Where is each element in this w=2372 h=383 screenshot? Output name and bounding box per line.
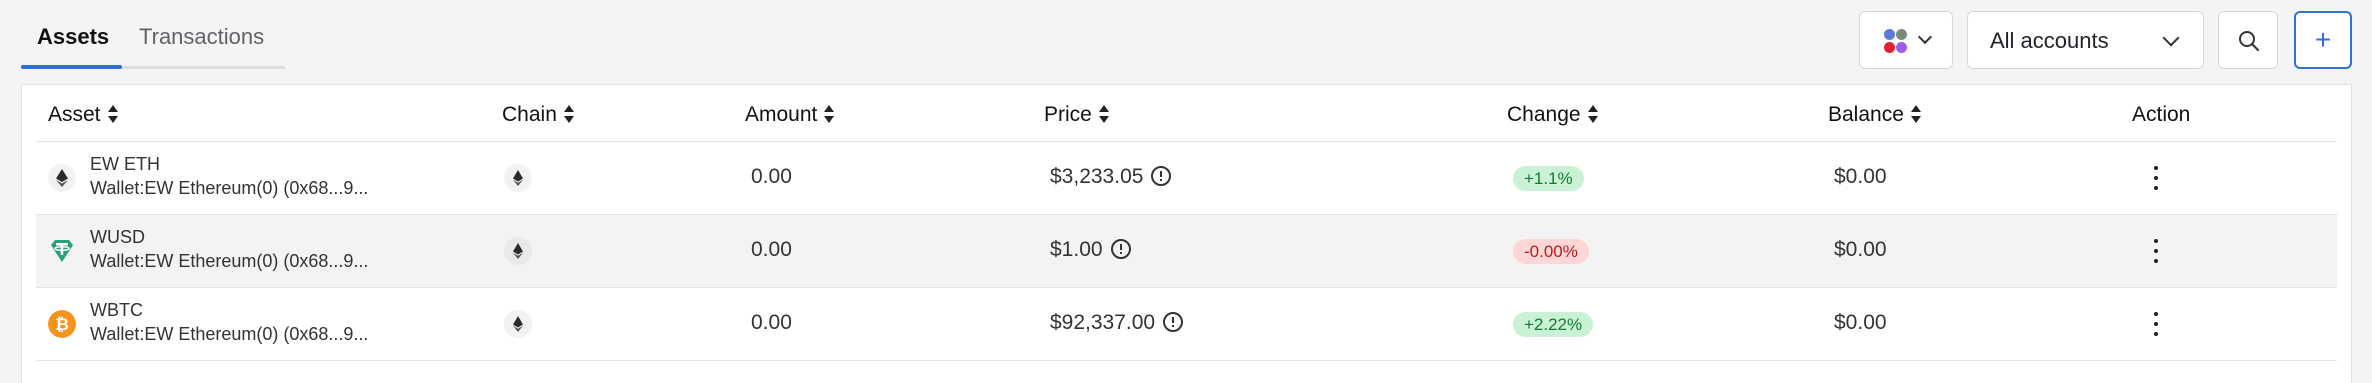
column-header-label: Chain — [502, 103, 557, 126]
search-button[interactable] — [2218, 11, 2278, 69]
tether-icon — [51, 240, 73, 262]
column-header-action: Action — [2132, 103, 2191, 126]
sort-icon — [1910, 105, 1922, 123]
change-badge: +1.1% — [1513, 166, 1584, 191]
price-value: $92,337.00 — [1050, 311, 1156, 334]
sort-icon — [1098, 105, 1110, 123]
search-icon — [2239, 31, 2259, 51]
row-actions-menu-icon[interactable] — [2144, 306, 2168, 342]
row-actions-menu-icon[interactable] — [2144, 160, 2168, 196]
column-header-price[interactable]: Price — [1044, 103, 1110, 127]
asset-amount: 0.00 — [751, 238, 792, 261]
asset-amount: 0.00 — [751, 311, 792, 334]
purple-network-icon — [1896, 42, 1907, 53]
change-badge: -0.00% — [1513, 239, 1589, 264]
asset-price: $1.00 — [1050, 238, 1131, 262]
plus-icon: + — [2314, 24, 2332, 55]
chevron-down-icon — [1917, 29, 1933, 45]
info-icon[interactable] — [1163, 312, 1184, 332]
red-network-icon — [1884, 42, 1895, 53]
row-actions-menu-icon[interactable] — [2144, 233, 2168, 269]
asset-name: WBTC — [90, 300, 143, 320]
network-filter-dropdown[interactable] — [1859, 11, 1953, 69]
column-header-amount[interactable]: Amount — [745, 103, 835, 127]
chevron-down-icon — [2162, 29, 2180, 47]
sort-icon — [1587, 105, 1599, 123]
price-value: $1.00 — [1050, 238, 1103, 261]
asset-name: EW ETH — [90, 154, 160, 174]
svg-text:₿: ₿ — [55, 315, 69, 334]
price-value: $3,233.05 — [1050, 165, 1144, 188]
column-header-label: Change — [1507, 103, 1581, 126]
asset-balance: $0.00 — [1834, 238, 1887, 261]
ethereum-icon — [504, 310, 532, 338]
asset-name: WUSD — [90, 227, 145, 247]
assets-table: Asset Chain Amount Price Change Balance … — [21, 84, 2352, 383]
asset-price: $92,337.00 — [1050, 311, 1184, 335]
generic-network-icon — [1896, 29, 1907, 40]
column-header-label: Balance — [1828, 103, 1904, 126]
sort-icon — [107, 105, 119, 123]
column-header-label: Price — [1044, 103, 1092, 126]
asset-balance: $0.00 — [1834, 165, 1887, 188]
asset-price: $3,233.05 — [1050, 165, 1172, 189]
active-tab-indicator — [21, 65, 122, 69]
ethereum-icon — [504, 237, 532, 265]
column-header-label: Amount — [745, 103, 818, 126]
column-header-label: Asset — [48, 103, 101, 126]
bitcoin-icon: ₿ — [48, 310, 76, 338]
tab-bar: Assets Transactions — [21, 0, 285, 70]
info-icon[interactable] — [1151, 166, 1172, 186]
add-button[interactable]: + — [2294, 11, 2352, 69]
account-select[interactable]: All accounts — [1967, 11, 2204, 69]
account-select-value: All accounts — [1990, 28, 2109, 53]
table-row: WUSD Wallet:EW Ethereum(0) (0x68...9... … — [36, 215, 2337, 288]
table-row: EW ETH Wallet:EW Ethereum(0) (0x68...9..… — [36, 142, 2337, 215]
sort-icon — [823, 105, 835, 123]
info-icon[interactable] — [1110, 239, 1131, 259]
table-row: ₿ WBTC Wallet:EW Ethereum(0) (0x68...9..… — [36, 288, 2337, 361]
ethereum-icon — [1884, 29, 1895, 40]
column-header-change[interactable]: Change — [1507, 103, 1599, 127]
column-header-asset[interactable]: Asset — [48, 103, 119, 127]
column-header-balance[interactable]: Balance — [1828, 103, 1922, 127]
ethereum-icon — [48, 164, 76, 192]
asset-wallet: Wallet:EW Ethereum(0) (0x68...9... — [90, 251, 369, 271]
change-badge: +2.22% — [1513, 312, 1594, 337]
tab-transactions[interactable]: Transactions — [139, 24, 264, 50]
asset-wallet: Wallet:EW Ethereum(0) (0x68...9... — [90, 324, 369, 344]
tab-assets[interactable]: Assets — [37, 24, 109, 50]
asset-balance: $0.00 — [1834, 311, 1887, 334]
asset-wallet: Wallet:EW Ethereum(0) (0x68...9... — [90, 178, 369, 198]
column-header-chain[interactable]: Chain — [502, 103, 575, 127]
sort-icon — [563, 105, 575, 123]
asset-amount: 0.00 — [751, 165, 792, 188]
ethereum-icon — [504, 164, 532, 192]
